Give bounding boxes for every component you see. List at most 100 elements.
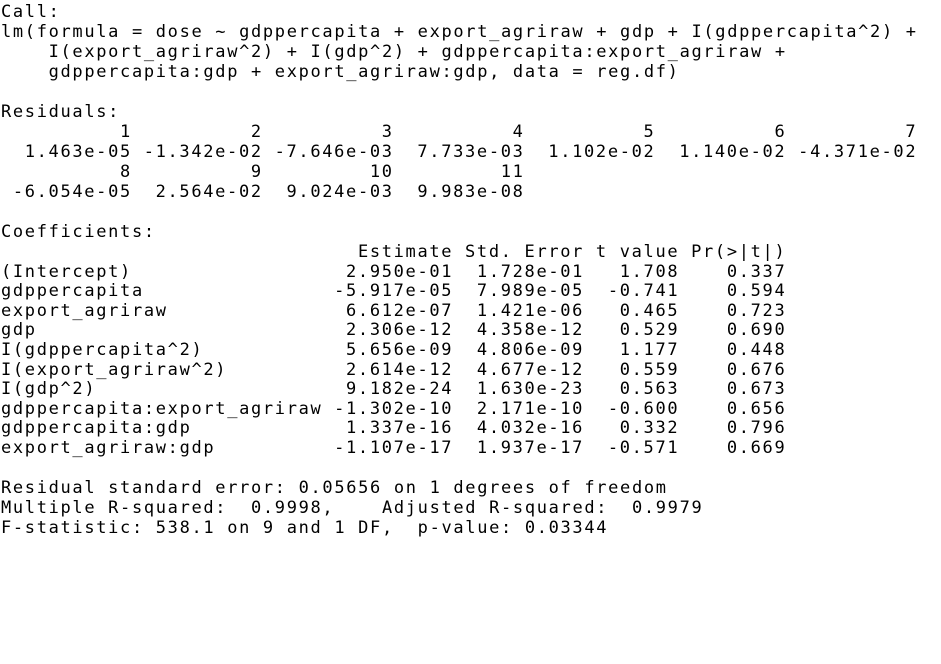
coefficient-row: gdppercapita:gdp 1.337e-16 4.032e-16 0.332 0…: [1, 418, 941, 438]
p-value: 0.796: [726, 418, 787, 439]
coefficient-row: gdppercapita -5.917e-05 7.989e-05 -0.741 0.5…: [1, 281, 941, 301]
t-value: 1.708: [619, 261, 680, 282]
p-value: 0.723: [726, 300, 787, 321]
p-value: 0.656: [726, 398, 787, 419]
coefficient-row: gdppercapita:export_agriraw -1.302e-10 2.1…: [1, 399, 941, 419]
term-name: I(gdp^2): [1, 379, 97, 400]
term-name: (Intercept): [1, 261, 132, 282]
t-value: -0.600: [607, 398, 680, 419]
t-value: 0.332: [619, 418, 680, 439]
r-console-output: Call: lm(formula = dose ~ gdppercapita +…: [0, 0, 941, 538]
term-name: I(gdppercapita^2): [1, 339, 204, 360]
residual-index: 5: [643, 122, 656, 142]
estimate: -1.302e-10: [334, 398, 454, 419]
coefficient-row: export_agriraw:gdp -1.107e-17 1.937e-17 -0.…: [1, 438, 941, 458]
std-error: 4.677e-12: [476, 359, 585, 380]
header-t-value: t value: [595, 242, 680, 262]
header-p-value: Pr(>|t|): [691, 242, 787, 262]
residual-index: 2: [250, 122, 263, 142]
estimate: 1.337e-16: [346, 418, 454, 439]
residual-value: -4.371e-02: [798, 142, 918, 162]
t-value: 0.559: [619, 359, 680, 380]
header-estimate: Estimate: [357, 242, 454, 262]
residual-value: -1.342e-02: [143, 142, 263, 162]
residuals-table: 1 2 3 4 5 6 7 1.463e-05 -1.342e-02 -7.646e-03 7.73…: [1, 122, 941, 202]
residual-index: 9: [250, 162, 263, 182]
residual-index-row: 1 2 3 4 5 6 7: [1, 122, 941, 142]
residual-value: 9.983e-08: [417, 182, 525, 202]
std-error: 4.032e-16: [476, 418, 585, 439]
residual-index: 6: [774, 122, 787, 142]
p-value: 0.594: [726, 281, 787, 302]
coefficient-row: I(export_agriraw^2) 2.614e-12 4.677e-12 0.5…: [1, 360, 941, 380]
residual-value: 9.024e-03: [286, 182, 394, 202]
t-value: 0.529: [619, 320, 680, 341]
p-value: 0.448: [726, 339, 787, 360]
std-error: 2.171e-10: [476, 398, 585, 419]
estimate: 2.950e-01: [346, 261, 454, 282]
coefficients-table: (Intercept) 2.950e-01 1.728e-01 1.708 0.337 g…: [1, 262, 941, 458]
estimate: 6.612e-07: [346, 300, 454, 321]
coefficient-row: export_agriraw 6.612e-07 1.421e-06 0.465 0.7…: [1, 301, 941, 321]
term-name: export_agriraw: [1, 300, 168, 321]
coefficient-row: I(gdp^2) 9.182e-24 1.630e-23 0.563 0.673: [1, 379, 941, 399]
t-value: 0.563: [619, 379, 680, 400]
residual-value: 1.102e-02: [548, 142, 656, 162]
call-line: lm(formula = dose ~ gdppercapita + expor…: [1, 22, 918, 42]
term-name: gdppercapita: [1, 281, 144, 302]
p-value: 0.690: [726, 320, 787, 341]
residual-value: 7.733e-03: [417, 142, 525, 162]
t-value: 0.465: [619, 300, 680, 321]
coefficients-header: Estimate Std. Error t value Pr(>|t|): [1, 242, 941, 262]
residual-value: 1.463e-05: [24, 142, 132, 162]
std-error: 4.358e-12: [476, 320, 585, 341]
residual-index: 3: [381, 122, 394, 142]
p-value: 0.337: [726, 261, 787, 282]
p-value: 0.676: [726, 359, 787, 380]
call-label: Call:: [1, 2, 61, 22]
term-name: gdppercapita:gdp: [1, 418, 192, 439]
residual-index-row: 8 9 10 11: [1, 162, 941, 182]
std-error: 1.421e-06: [476, 300, 585, 321]
t-value: -0.741: [607, 281, 680, 302]
residual-index: 7: [905, 122, 918, 142]
t-value: -0.571: [607, 437, 680, 458]
call-line: I(export_agriraw^2) + I(gdp^2) + gdpperc…: [1, 42, 787, 62]
header-std-error: Std. Error: [465, 242, 585, 262]
std-error: 1.630e-23: [476, 379, 585, 400]
coefficients-label: Coefficients:: [1, 222, 156, 242]
residual-value-row: -6.054e-05 2.564e-02 9.024e-03 9.983e-08: [1, 182, 941, 202]
std-error: 7.989e-05: [476, 281, 585, 302]
std-error: 4.806e-09: [476, 339, 585, 360]
term-name: I(export_agriraw^2): [1, 359, 228, 380]
f-statistic-line: F-statistic: 538.1 on 9 and 1 DF, p-valu…: [1, 517, 609, 538]
term-name: gdp: [1, 320, 37, 341]
estimate: 2.614e-12: [346, 359, 454, 380]
residual-value: -7.646e-03: [274, 142, 394, 162]
estimate: -1.107e-17: [334, 437, 454, 458]
estimate: 9.182e-24: [346, 379, 454, 400]
residual-value: -6.054e-05: [12, 182, 132, 202]
t-value: 1.177: [619, 339, 680, 360]
estimate: 2.306e-12: [346, 320, 454, 341]
residuals-label: Residuals:: [1, 102, 121, 122]
residual-standard-error: Residual standard error: 0.05656 on 1 de…: [1, 477, 668, 498]
residual-value: 2.564e-02: [155, 182, 263, 202]
coefficient-row: (Intercept) 2.950e-01 1.728e-01 1.708 0.337: [1, 262, 941, 282]
residual-value: 1.140e-02: [679, 142, 787, 162]
std-error: 1.937e-17: [476, 437, 585, 458]
r-squared-line: Multiple R-squared: 0.9998, Adjusted R-s…: [1, 497, 716, 518]
coefficient-row: gdp 2.306e-12 4.358e-12 0.529 0.690: [1, 320, 941, 340]
p-value: 0.673: [726, 379, 787, 400]
term-name: export_agriraw:gdp: [1, 437, 216, 458]
residual-index: 1: [119, 122, 132, 142]
estimate: 5.656e-09: [346, 339, 454, 360]
std-error: 1.728e-01: [476, 261, 585, 282]
residual-value-row: 1.463e-05 -1.342e-02 -7.646e-03 7.733e-03 1.…: [1, 142, 941, 162]
residual-index: 4: [512, 122, 525, 142]
estimate: -5.917e-05: [334, 281, 454, 302]
residual-index: 8: [119, 162, 132, 182]
residual-index: 10: [369, 162, 394, 182]
term-name: gdppercapita:export_agriraw: [1, 398, 323, 419]
call-line: gdppercapita:gdp + export_agriraw:gdp, d…: [1, 62, 680, 82]
